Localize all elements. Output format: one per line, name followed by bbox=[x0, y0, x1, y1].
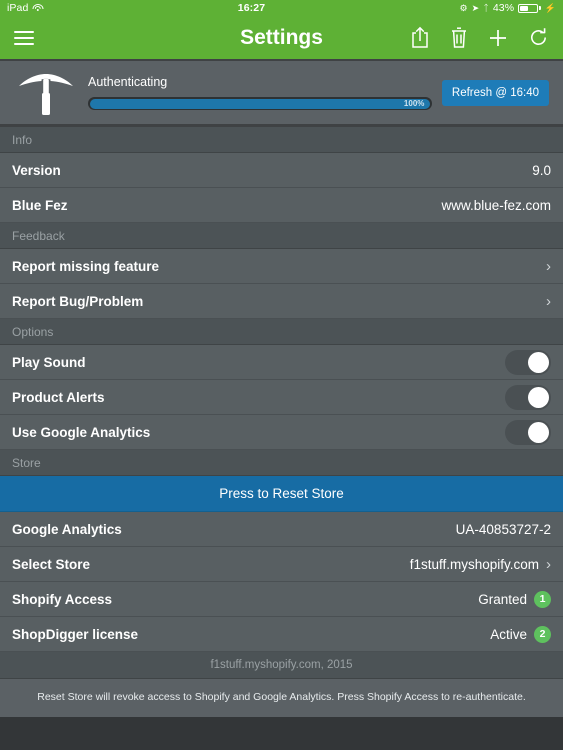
status-bar-time: 16:27 bbox=[237, 2, 266, 14]
location-arrow-icon: ➤ bbox=[471, 2, 480, 13]
row-label: Report missing feature bbox=[12, 258, 160, 274]
row-label: Version bbox=[12, 162, 61, 178]
navbar-actions bbox=[410, 26, 549, 49]
refresh-button[interactable]: Refresh @ 16:40 bbox=[441, 79, 549, 106]
auth-progress-percent: 100% bbox=[403, 99, 425, 108]
auth-progress-fill: 100% bbox=[89, 98, 431, 109]
row-label: Play Sound bbox=[12, 354, 86, 370]
hamburger-menu-icon[interactable] bbox=[14, 30, 34, 45]
auth-panel: Authenticating 100% Refresh @ 16:40 bbox=[0, 61, 563, 127]
chevron-right-icon: › bbox=[546, 292, 551, 310]
pickaxe-icon bbox=[10, 68, 82, 118]
table-row-product-alerts: Product Alerts bbox=[0, 380, 563, 415]
status-bar-left: iPad bbox=[7, 2, 44, 14]
row-value: Active bbox=[490, 626, 527, 642]
table-row-report-missing-feature[interactable]: Report missing feature › bbox=[0, 249, 563, 284]
row-label: Select Store bbox=[12, 556, 91, 572]
rotation-lock-icon: ⚙ bbox=[459, 2, 468, 13]
table-row-google-analytics[interactable]: Google Analytics UA-40853727-2 bbox=[0, 512, 563, 547]
row-label: Blue Fez bbox=[12, 197, 68, 213]
auth-progress-bar: 100% bbox=[88, 97, 432, 110]
row-label: Product Alerts bbox=[12, 389, 105, 405]
row-label: Report Bug/Problem bbox=[12, 293, 144, 309]
battery-percent: 43% bbox=[492, 2, 515, 14]
auth-progress-area: Authenticating 100% bbox=[82, 75, 442, 110]
add-icon[interactable] bbox=[488, 28, 508, 48]
battery-icon bbox=[518, 3, 541, 13]
device-name: iPad bbox=[7, 2, 29, 14]
section-header-options: Options bbox=[0, 319, 563, 345]
table-row-play-sound: Play Sound bbox=[0, 345, 563, 380]
section-header-feedback: Feedback bbox=[0, 223, 563, 249]
wifi-icon bbox=[32, 3, 44, 13]
row-label: Shopify Access bbox=[12, 591, 113, 607]
chevron-right-icon: › bbox=[546, 555, 551, 573]
row-label: Use Google Analytics bbox=[12, 424, 151, 440]
section-header-store: Store bbox=[0, 450, 563, 476]
row-value: UA-40853727-2 bbox=[455, 521, 551, 537]
row-label: Google Analytics bbox=[12, 521, 122, 537]
section-header-info: Info bbox=[0, 127, 563, 153]
status-bar: iPad 16:27 ⚙ ➤ ᛏ 43% ⚡ bbox=[0, 0, 563, 16]
share-icon[interactable] bbox=[410, 26, 430, 49]
table-row-report-bug[interactable]: Report Bug/Problem › bbox=[0, 284, 563, 319]
row-label: ShopDigger license bbox=[12, 626, 139, 642]
row-value: 9.0 bbox=[532, 162, 551, 178]
bluetooth-icon: ᛏ bbox=[483, 2, 489, 13]
reset-store-label: Press to Reset Store bbox=[219, 486, 344, 501]
row-value: f1stuff.myshopify.com bbox=[409, 556, 539, 572]
table-row-select-store[interactable]: Select Store f1stuff.myshopify.com › bbox=[0, 547, 563, 582]
status-bar-right: ⚙ ➤ ᛏ 43% ⚡ bbox=[460, 2, 556, 14]
charging-bolt-icon: ⚡ bbox=[544, 2, 556, 13]
table-row-shopdigger-license[interactable]: ShopDigger license Active 2 bbox=[0, 617, 563, 652]
navigation-bar: Settings bbox=[0, 16, 563, 61]
trash-icon[interactable] bbox=[450, 26, 468, 49]
auth-status-label: Authenticating bbox=[88, 75, 168, 89]
chevron-right-icon: › bbox=[546, 257, 551, 275]
row-value: www.blue-fez.com bbox=[441, 197, 551, 213]
row-value: Granted bbox=[478, 591, 527, 607]
footer-description: Reset Store will revoke access to Shopif… bbox=[0, 679, 563, 717]
footer-store-line: f1stuff.myshopify.com, 2015 bbox=[0, 652, 563, 679]
table-row-blue-fez[interactable]: Blue Fez www.blue-fez.com bbox=[0, 188, 563, 223]
table-row-version[interactable]: Version 9.0 bbox=[0, 153, 563, 188]
use-google-analytics-toggle[interactable] bbox=[505, 419, 551, 445]
table-row-use-google-analytics: Use Google Analytics bbox=[0, 415, 563, 450]
refresh-icon[interactable] bbox=[528, 27, 549, 48]
play-sound-toggle[interactable] bbox=[505, 349, 551, 375]
reset-store-button[interactable]: Press to Reset Store bbox=[0, 476, 563, 512]
status-badge: 1 bbox=[534, 590, 551, 608]
table-row-shopify-access[interactable]: Shopify Access Granted 1 bbox=[0, 582, 563, 617]
status-badge: 2 bbox=[534, 625, 551, 643]
product-alerts-toggle[interactable] bbox=[505, 384, 551, 410]
